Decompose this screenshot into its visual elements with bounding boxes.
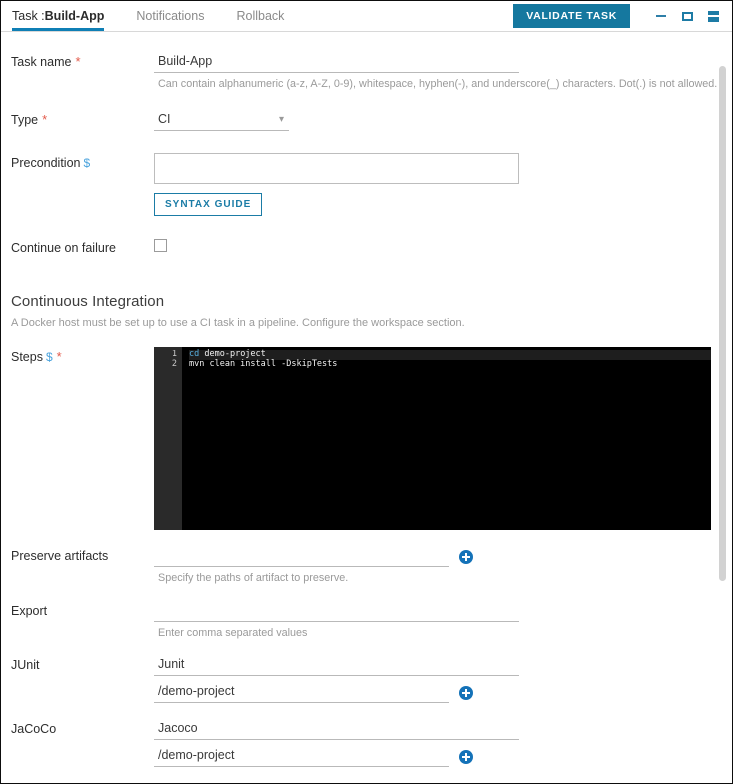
tab-task-name: Build-App: [44, 9, 105, 23]
form-content: Task name* Can contain alphanumeric (a-z…: [1, 52, 732, 783]
editor-line-number-gutter: 1 2: [154, 347, 182, 530]
split-view-button[interactable]: [702, 5, 724, 27]
section-description: A Docker host must be set up to use a CI…: [11, 317, 465, 329]
continue-on-failure-field-col: [154, 238, 732, 252]
plus-circle-icon[interactable]: [459, 685, 473, 700]
jacoco-path-group: [154, 746, 732, 767]
tab-rollback-label: Rollback: [236, 9, 285, 23]
task-name-label-col: Task name *: [11, 52, 154, 70]
jacoco-field-col: [154, 719, 732, 767]
preserve-artifacts-label-col: Preserve artifacts: [11, 546, 154, 564]
tab-notifications[interactable]: Notifications: [136, 1, 218, 31]
field-row-continue-on-failure: Continue on failure: [1, 238, 732, 256]
tab-rollback[interactable]: Rollback: [236, 1, 298, 31]
junit-label: JUnit: [11, 658, 40, 672]
export-label: Export: [11, 604, 48, 618]
preserve-artifacts-label: Preserve artifacts: [11, 549, 109, 563]
tab-bar: Task : Build-App Notifications Rollback: [1, 1, 316, 31]
minimize-icon: [656, 15, 666, 17]
field-row-preserve-artifacts: Preserve artifacts Specify the paths of …: [1, 546, 732, 585]
export-label-col: Export: [11, 601, 154, 619]
precondition-label-col: Precondition $: [11, 153, 154, 171]
type-select[interactable]: [154, 110, 289, 131]
jacoco-path-input[interactable]: [154, 746, 449, 767]
junit-label-col: JUnit: [11, 655, 154, 673]
section-title: Continuous Integration: [11, 293, 165, 310]
tab-notifications-label: Notifications: [136, 9, 205, 23]
junit-path-input[interactable]: [154, 682, 449, 703]
type-required-marker: *: [42, 112, 48, 127]
field-row-jacoco: JaCoCo: [1, 719, 732, 767]
maximize-button[interactable]: [676, 5, 698, 27]
task-name-helper-text: Can contain alphanumeric (a-z, A-Z, 0-9)…: [158, 78, 718, 90]
precondition-label: Precondition: [11, 156, 81, 170]
form-scroll-area: Task name* Can contain alphanumeric (a-z…: [1, 32, 732, 783]
preserve-artifacts-input[interactable]: [154, 546, 449, 567]
steps-required-marker: *: [56, 349, 62, 364]
jacoco-label: JaCoCo: [11, 722, 57, 736]
tab-task[interactable]: Task : Build-App: [12, 1, 118, 31]
type-label-col: Type *: [11, 110, 154, 128]
continue-on-failure-label-col: Continue on failure: [11, 238, 154, 256]
field-row-export: Export Enter comma separated values: [1, 601, 732, 640]
task-name-field-col: Can contain alphanumeric (a-z, A-Z, 0-9)…: [154, 52, 732, 91]
type-field-col: ▾: [154, 110, 732, 131]
syntax-guide-button[interactable]: SYNTAX GUIDE: [154, 193, 263, 216]
field-row-precondition: Precondition $ SYNTAX GUIDE: [1, 153, 732, 216]
junit-path-group: [154, 682, 732, 703]
jacoco-label-col: JaCoCo: [11, 719, 154, 737]
code-token-argument: demo-project: [199, 349, 266, 359]
tab-task-prefix: Task :: [12, 9, 45, 23]
topbar-actions: VALIDATE TASK: [513, 1, 732, 31]
field-row-steps: Steps $ * 1 2 cd demo-project mvn clean in…: [1, 347, 732, 530]
line-number: 1: [171, 349, 177, 359]
task-name-input[interactable]: [154, 52, 519, 73]
preserve-artifacts-field-col: Specify the paths of artifact to preserv…: [154, 546, 732, 585]
field-row-type: Type* ▾: [1, 110, 732, 131]
vertical-scrollbar-thumb[interactable]: [719, 66, 726, 581]
steps-label: Steps: [11, 350, 43, 364]
type-label: Type: [11, 113, 39, 127]
field-row-junit: JUnit: [1, 655, 732, 703]
split-view-icon: [707, 10, 719, 22]
junit-name-input[interactable]: [154, 655, 519, 676]
continuous-integration-section: Continuous Integration A Docker host mus…: [1, 293, 732, 329]
steps-field-col: 1 2 cd demo-project mvn clean install -D…: [154, 347, 732, 530]
continue-on-failure-checkbox[interactable]: [154, 239, 167, 252]
task-editor-window: Task : Build-App Notifications Rollback V…: [0, 0, 733, 784]
precondition-textarea[interactable]: [154, 153, 519, 184]
continue-on-failure-label: Continue on failure: [11, 241, 116, 255]
variable-marker-icon: $: [83, 156, 91, 170]
field-row-task-name: Task name* Can contain alphanumeric (a-z…: [1, 52, 732, 91]
preserve-artifacts-input-group: [154, 546, 732, 567]
type-select-wrap: ▾: [154, 110, 289, 131]
steps-code-editor[interactable]: 1 2 cd demo-project mvn clean install -D…: [154, 347, 711, 530]
line-number: 2: [171, 358, 177, 369]
code-token-command: cd: [189, 349, 200, 359]
precondition-field-col: SYNTAX GUIDE: [154, 153, 732, 216]
maximize-icon: [681, 11, 693, 21]
export-helper-text: Enter comma separated values: [158, 627, 308, 639]
plus-circle-icon[interactable]: [459, 549, 473, 564]
junit-field-col: [154, 655, 732, 703]
task-name-label: Task name: [11, 55, 72, 69]
preserve-artifacts-helper-text: Specify the paths of artifact to preserv…: [158, 572, 349, 584]
task-name-required-marker: *: [75, 54, 81, 69]
steps-label-col: Steps $ *: [11, 347, 154, 365]
export-input[interactable]: [154, 601, 519, 622]
window-topbar: Task : Build-App Notifications Rollback V…: [1, 1, 732, 32]
jacoco-name-input[interactable]: [154, 719, 519, 740]
code-line: mvn clean install -DskipTests: [189, 358, 711, 370]
editor-code-area[interactable]: cd demo-project mvn clean install -Dskip…: [182, 347, 711, 530]
plus-circle-icon[interactable]: [459, 749, 473, 764]
minimize-button[interactable]: [650, 5, 672, 27]
steps-variable-marker-icon: $: [45, 350, 53, 364]
code-token-argument: mvn clean install -DskipTests: [189, 358, 338, 369]
validate-task-button[interactable]: VALIDATE TASK: [513, 4, 630, 28]
export-field-col: Enter comma separated values: [154, 601, 732, 640]
